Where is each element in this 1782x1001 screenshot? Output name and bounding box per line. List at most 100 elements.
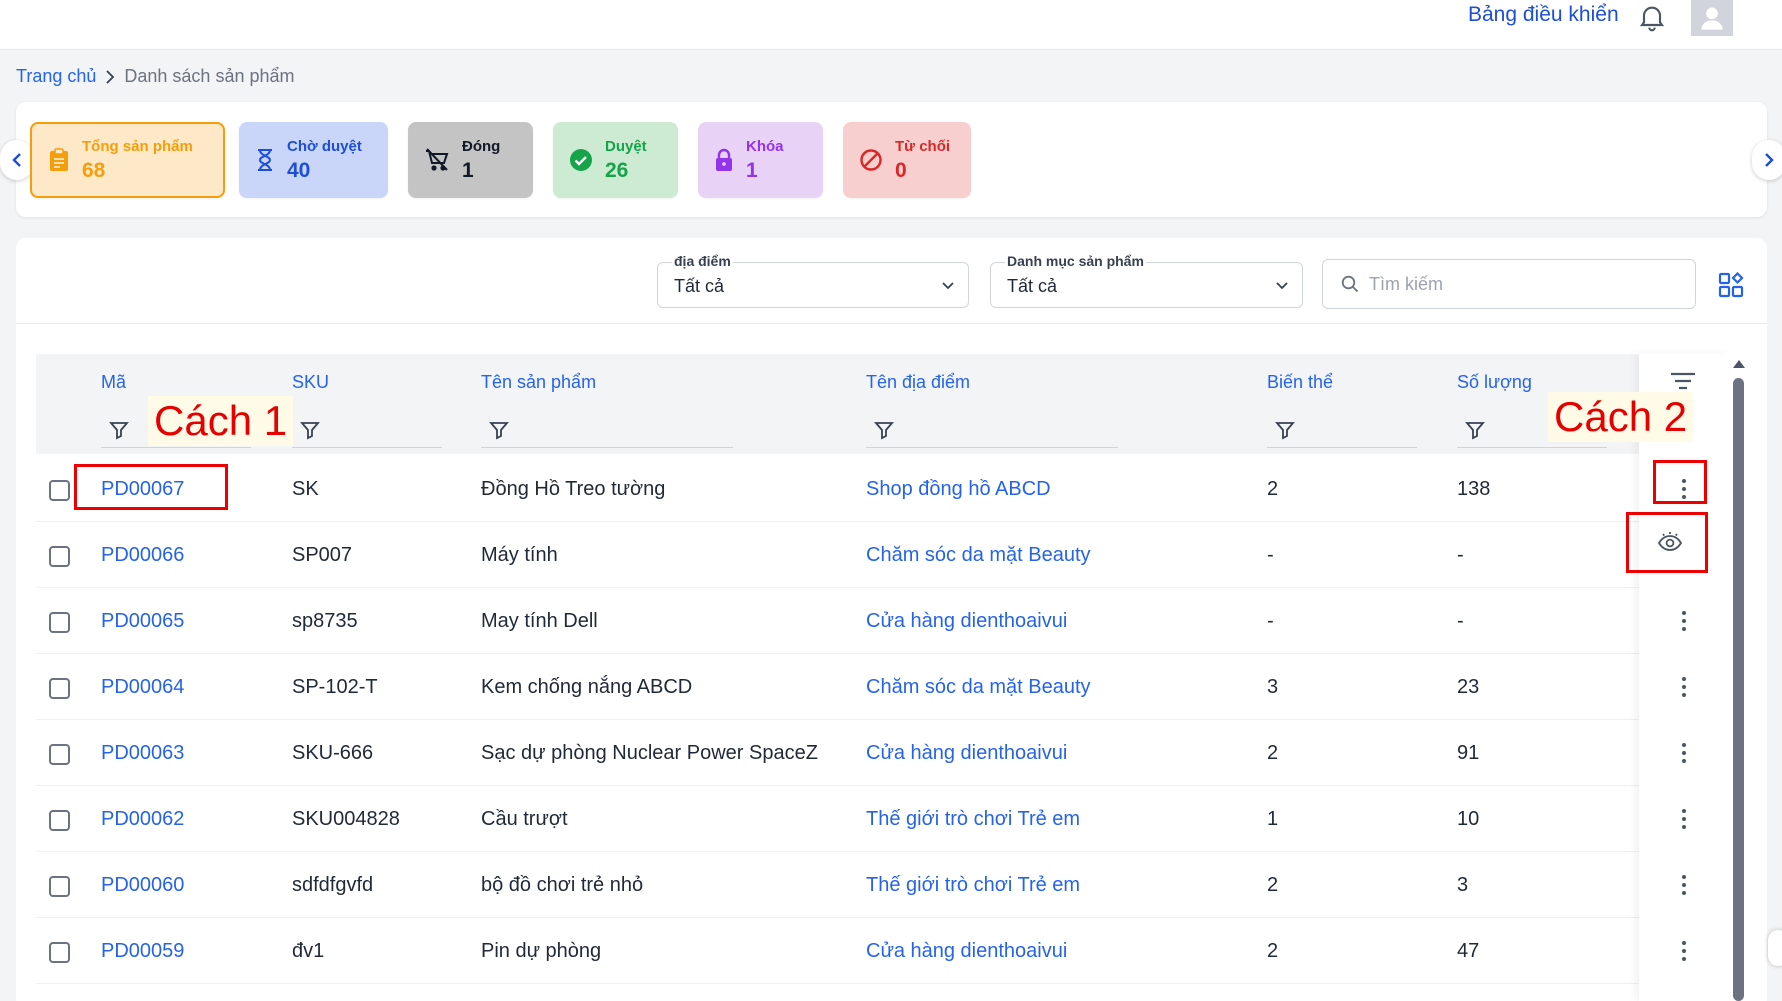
stat-value: 40 <box>287 158 311 182</box>
location-link[interactable]: Cửa hàng dienthoaivui <box>866 742 1067 765</box>
bell-icon[interactable] <box>1636 1 1668 33</box>
variants-cell: 2 <box>1267 742 1279 764</box>
column-filter-sku[interactable] <box>292 416 442 448</box>
column-header-sku[interactable]: SKU <box>292 372 329 393</box>
variants-cell: - <box>1267 610 1274 632</box>
location-link[interactable]: Chăm sóc da mặt Beauty <box>866 676 1091 699</box>
table-row[interactable]: PD00063 SKU-666 Sạc dự phòng Nuclear Pow… <box>36 720 1639 786</box>
stat-value: 26 <box>605 158 629 182</box>
column-header-variants[interactable]: Biến thể <box>1267 372 1333 393</box>
location-link[interactable]: Cửa hàng dienthoaivui <box>866 940 1067 963</box>
chevron-right-icon <box>1765 153 1774 167</box>
row-actions-button[interactable] <box>1670 607 1698 635</box>
stats-next-button[interactable] <box>1752 140 1782 180</box>
annotation-box-view <box>1626 512 1708 573</box>
stat-card-locked[interactable]: Khóa 1 <box>698 122 823 198</box>
breadcrumb-current: Danh sách sản phẩm <box>124 66 295 86</box>
sku-cell: SP-102-T <box>292 676 378 698</box>
scrollbar-thumb[interactable] <box>1733 378 1744 1001</box>
funnel-icon <box>489 422 509 440</box>
funnel-icon <box>1275 422 1295 440</box>
stat-label: Chờ duyệt <box>287 137 362 155</box>
location-link[interactable]: Shop đồng hồ ABCD <box>866 478 1051 501</box>
annotation-box-code <box>74 464 228 510</box>
column-header-quantity[interactable]: Số lượng <box>1457 372 1532 393</box>
column-filter-variants[interactable] <box>1267 416 1417 448</box>
product-code-link[interactable]: PD00064 <box>101 676 184 699</box>
hourglass-icon <box>258 149 272 171</box>
stat-card-total[interactable]: Tổng sản phẩm 68 <box>30 122 225 198</box>
row-actions-button[interactable] <box>1670 871 1698 899</box>
table-row[interactable]: PD00059 đv1 Pin dự phòng Cửa hàng dienth… <box>36 918 1639 984</box>
funnel-icon <box>109 422 129 440</box>
stat-label: Từ chối <box>895 137 951 155</box>
chevron-right-icon <box>106 69 115 84</box>
row-checkbox[interactable] <box>49 480 70 501</box>
table-row[interactable]: PD00065 sp8735 May tính Dell Cửa hàng di… <box>36 588 1639 654</box>
divider <box>16 323 1767 324</box>
row-checkbox[interactable] <box>49 678 70 699</box>
location-link[interactable]: Thế giới trò chơi Trẻ em <box>866 808 1080 831</box>
sku-cell: SKU004828 <box>292 808 400 830</box>
row-actions-button[interactable] <box>1670 937 1698 965</box>
product-code-link[interactable]: PD00063 <box>101 742 184 765</box>
column-filter-name[interactable] <box>481 416 733 448</box>
chevron-down-icon <box>1276 282 1288 290</box>
product-name-cell: Cầu trượt <box>481 808 568 830</box>
column-settings-icon[interactable] <box>1668 370 1698 392</box>
column-header-code[interactable]: Mã <box>101 372 126 393</box>
avatar[interactable] <box>1691 0 1733 36</box>
row-checkbox[interactable] <box>49 744 70 765</box>
table-row[interactable]: PD00066 SP007 Máy tính Chăm sóc da mặt B… <box>36 522 1639 588</box>
row-actions-button[interactable] <box>1670 739 1698 767</box>
product-name-cell: Pin dự phòng <box>481 940 602 962</box>
stat-card-closed[interactable]: Đóng 1 <box>408 122 533 198</box>
stat-card-pending[interactable]: Chờ duyệt 40 <box>239 122 388 198</box>
product-name-cell: May tính Dell <box>481 610 598 632</box>
table-row[interactable]: PD00067 SK Đồng Hồ Treo tường Shop đồng … <box>36 456 1639 522</box>
column-filter-location[interactable] <box>866 416 1118 448</box>
product-code-link[interactable]: PD00062 <box>101 808 184 831</box>
table-row[interactable]: PD00062 SKU004828 Cầu trượt Thế giới trò… <box>36 786 1639 852</box>
table-row[interactable]: PD00064 SP-102-T Kem chống nắng ABCD Chă… <box>36 654 1639 720</box>
cart-off-icon <box>426 148 449 171</box>
row-actions-button[interactable] <box>1670 805 1698 833</box>
stat-value: 1 <box>462 158 474 182</box>
table-row[interactable]: PD00060 sdfdfgvfd bộ đồ chơi trẻ nhỏ Thế… <box>36 852 1639 918</box>
location-link[interactable]: Chăm sóc da mặt Beauty <box>866 544 1091 567</box>
row-checkbox[interactable] <box>49 876 70 897</box>
column-header-name[interactable]: Tên sản phẩm <box>481 372 596 393</box>
product-name-cell: Kem chống nắng ABCD <box>481 676 693 698</box>
sku-cell: đv1 <box>292 940 325 962</box>
stat-card-rejected[interactable]: Từ chối 0 <box>843 122 971 198</box>
stat-label: Tổng sản phẩm <box>82 137 193 155</box>
product-code-link[interactable]: PD00059 <box>101 940 184 963</box>
row-actions-button[interactable] <box>1670 673 1698 701</box>
quantity-cell: 47 <box>1457 940 1480 962</box>
user-icon <box>1701 7 1723 30</box>
column-header-location[interactable]: Tên địa điểm <box>866 372 970 393</box>
chevron-left-icon <box>12 153 21 167</box>
row-checkbox[interactable] <box>49 810 70 831</box>
product-code-link[interactable]: PD00065 <box>101 610 184 633</box>
quantity-cell: 91 <box>1457 742 1480 764</box>
row-checkbox[interactable] <box>49 612 70 633</box>
location-link[interactable]: Cửa hàng dienthoaivui <box>866 610 1067 633</box>
scroll-up-arrow[interactable] <box>1733 360 1745 368</box>
lock-icon <box>716 148 732 171</box>
floating-widget[interactable] <box>1768 930 1782 966</box>
product-code-link[interactable]: PD00066 <box>101 544 184 567</box>
row-checkbox[interactable] <box>49 942 70 963</box>
location-link[interactable]: Thế giới trò chơi Trẻ em <box>866 874 1080 897</box>
stats-prev-button[interactable] <box>0 140 34 180</box>
search-input[interactable]: Tìm kiếm <box>1322 259 1696 309</box>
row-checkbox[interactable] <box>49 546 70 567</box>
quantity-cell: - <box>1457 544 1464 566</box>
stat-card-approved[interactable]: Duyệt 26 <box>553 122 678 198</box>
breadcrumb-home[interactable]: Trang chủ <box>16 66 96 87</box>
product-code-link[interactable]: PD00060 <box>101 874 184 897</box>
stat-label: Đóng <box>462 137 501 155</box>
grid-view-icon[interactable] <box>1718 272 1744 298</box>
search-icon <box>1341 275 1359 293</box>
dashboard-link[interactable]: Bảng điều khiển <box>1468 3 1619 27</box>
